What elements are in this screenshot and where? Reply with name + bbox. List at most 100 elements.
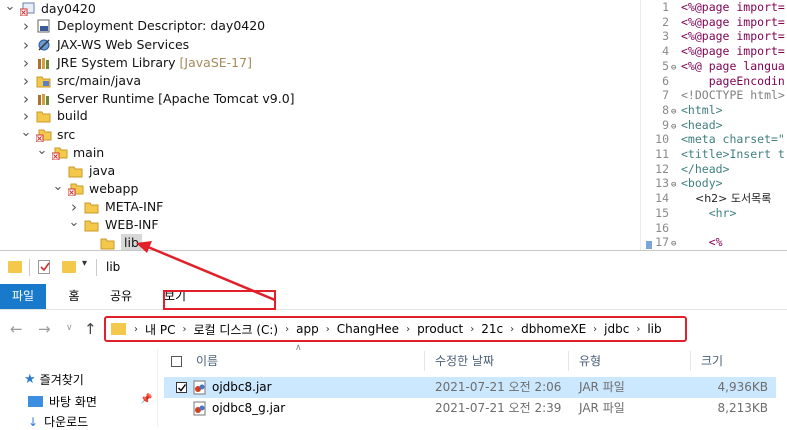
breadcrumb-separator-icon[interactable]: ›: [182, 324, 186, 335]
code-line[interactable]: 7 <!DOCTYPE html>: [641, 88, 787, 103]
ribbon-tabs: 파일 홈 공유 보기: [0, 284, 787, 310]
nav-item-quick-access[interactable]: ★ 즐겨찾기: [24, 371, 84, 388]
tree-item-label: build: [57, 108, 88, 123]
tree-item-build[interactable]: › build: [20, 107, 88, 125]
tree-item-main[interactable]: ⌄ main: [36, 144, 104, 162]
quick-access-dropdown-icon[interactable]: ▾: [82, 258, 87, 269]
tree-item-deployment-descriptor-day0420[interactable]: › Deployment Descriptor: day0420: [20, 17, 265, 35]
nav-item-downloads[interactable]: ↓ 다운로드: [28, 413, 88, 430]
tab-share[interactable]: 공유: [104, 284, 138, 309]
code-line[interactable]: 11 <title>Insert t: [641, 147, 787, 162]
code-line[interactable]: 6 pageEncodin: [641, 74, 787, 89]
breadcrumb-separator-icon[interactable]: ›: [406, 324, 410, 335]
breadcrumb-item[interactable]: ChangHee: [337, 322, 399, 336]
expanded-chevron-icon[interactable]: ⌄: [68, 216, 80, 229]
breadcrumb-separator-icon[interactable]: ›: [636, 324, 640, 335]
column-header-modified[interactable]: 수정한 날짜: [435, 349, 494, 373]
nav-item-desktop[interactable]: 바탕 화면 📌: [28, 393, 152, 410]
open-folder-icon: [100, 236, 116, 250]
collapsed-chevron-icon[interactable]: ›: [20, 36, 32, 54]
collapsed-chevron-icon[interactable]: ›: [20, 72, 32, 90]
address-bar[interactable]: › 내 PC › 로컬 디스크 (C:) › app › ChangHee › product › 2…: [104, 316, 687, 342]
back-arrow-icon[interactable]: ←: [10, 320, 23, 338]
tree-item-label: webapp: [89, 181, 139, 196]
expanded-chevron-icon[interactable]: ⌄: [20, 126, 32, 139]
column-header-type[interactable]: 유형: [579, 349, 601, 373]
column-header-size[interactable]: 크기: [701, 349, 723, 373]
breadcrumb-separator-icon[interactable]: ›: [470, 324, 474, 335]
line-number: 10: [655, 132, 669, 147]
code-line[interactable]: 5 ⊖ <%@ page langua: [641, 59, 787, 74]
expanded-chevron-icon[interactable]: ⌄: [36, 144, 48, 157]
library-icon: [36, 56, 52, 70]
tab-home[interactable]: 홈: [60, 284, 88, 309]
breadcrumb-item[interactable]: jdbc: [604, 322, 629, 336]
collapsed-chevron-icon[interactable]: ›: [20, 90, 32, 108]
file-row[interactable]: ojdbc8_g.jar 2021-07-21 오전 2:39 JAR 파일 8,21…: [164, 398, 776, 419]
breadcrumb-separator-icon[interactable]: ›: [285, 324, 289, 335]
breadcrumb-item[interactable]: lib: [647, 322, 661, 336]
library-icon: [36, 92, 52, 106]
collapsed-chevron-icon[interactable]: ›: [20, 17, 32, 35]
jsp-editor[interactable]: 1 <%@page import= 2 <%@page import= 3 <%@page…: [640, 0, 787, 250]
code-line[interactable]: 8 ⊖ <html>: [641, 103, 787, 118]
code-text: </head>: [681, 161, 730, 176]
tree-item-meta-inf[interactable]: › META-INF: [68, 198, 163, 216]
expanded-chevron-icon[interactable]: ⌄: [4, 0, 16, 13]
breadcrumb-item[interactable]: 내 PC: [145, 321, 175, 338]
collapsed-chevron-icon[interactable]: ›: [20, 107, 32, 125]
file-explorer-window: ▾ lib 파일 홈 공유 보기 ← → ∨ ↑ › 내 PC › 로컬 디스크 (C…: [0, 250, 787, 430]
code-line[interactable]: 4 <%@page import=: [641, 44, 787, 59]
properties-icon[interactable]: [38, 260, 50, 274]
code-line[interactable]: 3 <%@page import=: [641, 29, 787, 44]
up-arrow-icon[interactable]: ↑: [84, 320, 97, 338]
code-line[interactable]: 12 </head>: [641, 162, 787, 177]
code-line[interactable]: 17 ⊖ <%: [641, 235, 787, 250]
tree-item-web-inf[interactable]: ⌄ WEB-INF: [68, 216, 159, 234]
jar-file-icon: [192, 401, 208, 416]
forward-arrow-icon[interactable]: →: [38, 320, 51, 338]
expanded-chevron-icon[interactable]: ⌄: [52, 180, 64, 193]
line-number: 13: [655, 176, 669, 191]
code-line[interactable]: 15 <hr>: [641, 206, 787, 221]
code-line[interactable]: 16: [641, 221, 787, 236]
breadcrumb-separator-icon[interactable]: ›: [326, 324, 330, 335]
column-header-name[interactable]: 이름: [196, 349, 218, 373]
tab-file[interactable]: 파일: [0, 284, 46, 309]
select-all-checkbox[interactable]: [171, 356, 182, 367]
breadcrumb-item[interactable]: product: [417, 322, 463, 336]
code-line[interactable]: 2 <%@page import=: [641, 15, 787, 30]
tree-item-jre-system-library[interactable]: › JRE System Library [JavaSE-17]: [20, 54, 252, 72]
breadcrumb-separator-icon[interactable]: ›: [134, 324, 138, 335]
breadcrumb-item[interactable]: app: [296, 322, 319, 336]
code-line[interactable]: 13 ⊖ <body>: [641, 176, 787, 191]
file-modified-date: 2021-07-21 오전 2:06: [435, 380, 562, 394]
tree-item-src-main-java[interactable]: › src/main/java: [20, 72, 141, 90]
fold-toggle-icon[interactable]: ⊖: [671, 237, 681, 250]
code-text: <html>: [681, 102, 723, 117]
recent-locations-chevron-icon[interactable]: ∨: [66, 323, 73, 333]
new-folder-icon[interactable]: [62, 261, 76, 273]
tree-item-src[interactable]: ⌄ src: [20, 126, 75, 144]
row-checkbox[interactable]: [176, 403, 187, 414]
collapsed-chevron-icon[interactable]: ›: [20, 54, 32, 72]
row-checkbox-checked[interactable]: [176, 382, 187, 393]
collapsed-chevron-icon[interactable]: ›: [68, 198, 80, 216]
tree-item-java[interactable]: java: [52, 162, 115, 180]
breadcrumb-item[interactable]: 21c: [481, 322, 503, 336]
code-line[interactable]: 14 <h2> 도서목록: [641, 191, 787, 206]
file-row[interactable]: ojdbc8.jar 2021-07-21 오전 2:06 JAR 파일 4,936K…: [164, 377, 776, 398]
tree-item-day0420[interactable]: ⌄ day0420: [4, 0, 96, 18]
code-line[interactable]: 9 ⊖ <head>: [641, 118, 787, 133]
line-number: 12: [655, 161, 669, 176]
tree-item-server-runtime-apache-tomcat-v9-0[interactable]: › Server Runtime [Apache Tomcat v9.0]: [20, 90, 295, 108]
code-line[interactable]: 10 <meta charset=": [641, 132, 787, 147]
breadcrumb-separator-icon[interactable]: ›: [510, 324, 514, 335]
code-line[interactable]: 1 <%@page import=: [641, 0, 787, 15]
tree-item-webapp[interactable]: ⌄ webapp: [52, 180, 138, 198]
tree-item-jax-ws-web-services[interactable]: › JAX-WS Web Services: [20, 36, 189, 54]
breadcrumb-item[interactable]: 로컬 디스크 (C:): [193, 321, 278, 338]
folder-error-icon: [36, 128, 52, 142]
breadcrumb-separator-icon[interactable]: ›: [593, 324, 597, 335]
breadcrumb-item[interactable]: dbhomeXE: [521, 322, 586, 336]
